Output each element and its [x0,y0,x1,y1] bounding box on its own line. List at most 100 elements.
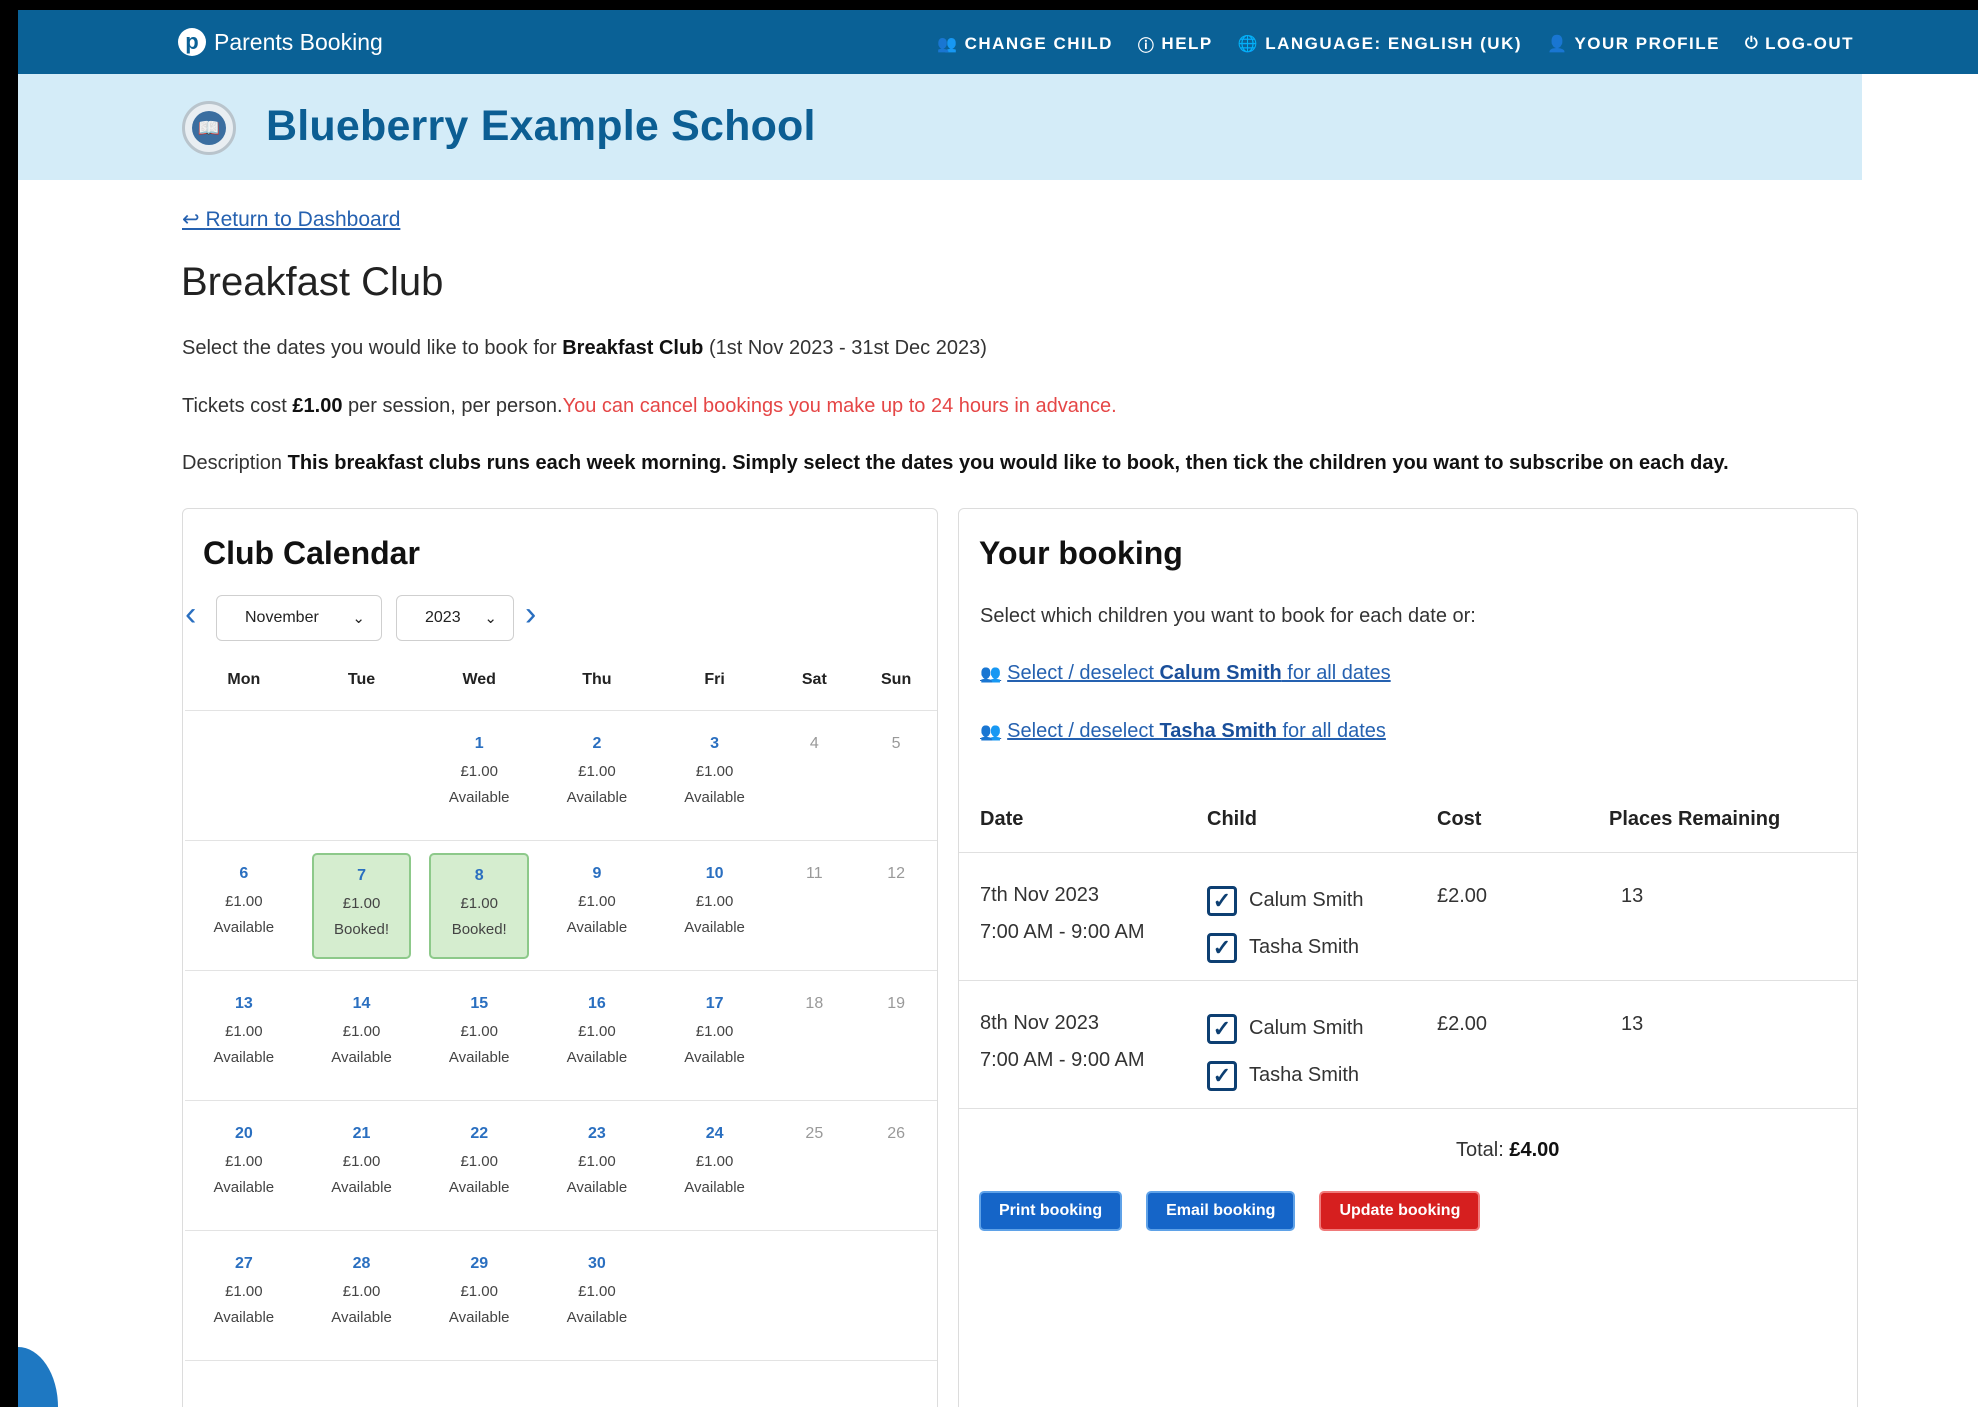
calendar-day[interactable]: 9 £1.00 Available [547,853,647,959]
child-checkbox-row[interactable]: ✓ Calum Smith [1207,877,1437,924]
day-status: Available [684,789,745,806]
day-status: Available [331,1309,392,1326]
language-label: LANGUAGE: ENGLISH (UK) [1265,34,1523,53]
checkbox-checked[interactable]: ✓ [1207,1013,1237,1044]
calendar-day[interactable]: 17 £1.00 Available [665,983,765,1089]
calendar-day[interactable]: 29 £1.00 Available [429,1243,529,1349]
page-title: Breakfast Club [181,260,444,304]
calendar-day-closed: 19 [864,983,928,1089]
day-status: Available [213,1049,275,1066]
calendar-day[interactable]: 22 £1.00 Available [429,1113,529,1219]
calendar-day[interactable]: 15 £1.00 Available [429,983,529,1089]
calendar-day-booked[interactable]: 7 £1.00 Booked! [311,853,412,959]
calendar-day[interactable]: 21 £1.00 Available [312,1113,412,1219]
brand-name: Parents Booking [214,28,383,55]
day-price: £1.00 [342,1283,381,1300]
calendar-day[interactable]: 1 £1.00 Available [429,723,529,829]
calendar-day-closed: 4 [782,723,846,829]
return-arrow-icon: ↩ [182,208,206,231]
your-profile-link[interactable]: 👤 YOUR PROFILE [1547,32,1720,56]
select-all-tasha-link[interactable]: 👥 Select / deselect Tasha Smith for all … [980,720,1386,743]
calendar-cell: 24 £1.00 Available [656,1113,774,1230]
day-number: 3 [710,735,720,752]
calendar-day[interactable]: 2 £1.00 Available [547,723,647,829]
day-number: 2 [592,735,602,752]
select-all-calum-link[interactable]: 👥 Select / deselect Calum Smith for all … [980,662,1391,685]
child-checkbox-row[interactable]: ✓ Calum Smith [1207,1005,1437,1052]
booking-table: Date Child Cost Places Remaining 7th Nov… [959,787,1857,1109]
day-price: £1.00 [225,1153,263,1170]
calendar-day[interactable]: 24 £1.00 Available [665,1113,765,1219]
day-number: 17 [705,995,724,1012]
day-price: £1.00 [342,895,381,912]
add-user-icon: 👥 [980,721,1002,741]
calendar-cell: 28 £1.00 Available [303,1243,421,1360]
year-select[interactable]: 2023 ⌄ [396,595,514,641]
logout-label: LOG-OUT [1765,34,1854,53]
checkbox-checked[interactable]: ✓ [1207,885,1237,916]
day-number: 4 [809,735,819,752]
day-status: Available [566,789,628,806]
calendar-cell: 18 [773,983,855,1100]
checkbox-checked[interactable]: ✓ [1207,1060,1237,1091]
logout-link[interactable]: ⏻ LOG-OUT [1745,32,1854,56]
print-booking-button[interactable]: Print booking [979,1191,1123,1231]
month-select[interactable]: November ⌄ [216,595,382,641]
booking-cost: £2.00 [1437,1013,1488,1035]
calendar-cell: 1 £1.00 Available [420,723,538,840]
day-status: Available [684,1049,745,1066]
prev-month-chevron-icon[interactable]: ‹ [185,597,196,631]
header-date: Date [980,808,1024,830]
help-link[interactable]: ⓘ HELP [1138,32,1213,56]
brand[interactable]: p Parents Booking [178,28,383,56]
page-frame: p Parents Booking 👥 CHANGE CHILD ⓘ HELP … [18,10,1978,1407]
calendar-day[interactable]: 13 £1.00 Available [194,983,294,1089]
child-checkbox-row[interactable]: ✓ Tasha Smith [1207,924,1437,971]
language-link[interactable]: 🌐 LANGUAGE: ENGLISH (UK) [1238,32,1522,56]
calendar-day[interactable]: 14 £1.00 Available [312,983,412,1089]
help-icon: ⓘ [1137,38,1156,55]
calendar-day[interactable]: 20 £1.00 Available [194,1113,294,1219]
calendar-cell: 10 £1.00 Available [656,853,774,970]
weekday-label: Sun [881,671,912,688]
day-status: Available [566,1049,628,1066]
day-number: 12 [887,865,905,882]
calendar-day[interactable]: 28 £1.00 Available [312,1243,412,1349]
school-crest-icon: 📖 [182,101,236,155]
school-banner: 📖 Blueberry Example School [18,74,1862,180]
child-checkbox-row[interactable]: ✓ Tasha Smith [1207,1052,1437,1099]
calendar-day[interactable]: 16 £1.00 Available [547,983,647,1089]
calendar-day[interactable]: 10 £1.00 Available [665,853,765,959]
calendar-day[interactable]: 3 £1.00 Available [665,723,765,829]
tickets-prefix: Tickets cost [182,395,293,417]
next-month-chevron-icon[interactable]: › [525,597,536,631]
calendar-weekday-header: Mon Tue Wed Thu Fri Sat Sun [185,659,937,711]
calendar-day[interactable]: 27 £1.00 Available [194,1243,294,1349]
day-status: Available [213,1179,275,1196]
calendar-cell [303,723,421,840]
calendar-title: Club Calendar [203,535,420,571]
day-status: Available [684,919,745,936]
day-price: £1.00 [695,1023,734,1040]
calendar-day[interactable]: 6 £1.00 Available [194,853,294,959]
calendar-cell: 27 £1.00 Available [185,1243,303,1360]
day-number: 20 [234,1125,253,1142]
change-child-link[interactable]: 👥 CHANGE CHILD [937,32,1113,56]
update-booking-button[interactable]: Update booking [1319,1191,1481,1231]
child-name: Tasha Smith [1249,936,1360,958]
calendar-day-booked[interactable]: 8 £1.00 Booked! [429,853,530,959]
email-booking-button[interactable]: Email booking [1146,1191,1296,1231]
total-value: £4.00 [1509,1139,1560,1161]
return-to-dashboard-link[interactable]: ↩ Return to Dashboard [182,207,400,232]
booking-date-cell: 8th Nov 2023 7:00 AM - 9:00 AM [959,1005,1207,1108]
calendar-cell: 22 £1.00 Available [420,1113,538,1230]
day-number: 26 [887,1125,905,1142]
day-price: £1.00 [460,1023,498,1040]
table-row: 7th Nov 2023 7:00 AM - 9:00 AM ✓ Calum S… [959,853,1857,981]
weekday-label: Tue [347,671,376,688]
day-price: £1.00 [342,1153,381,1170]
tickets-suffix: per session, per person. [342,395,563,417]
calendar-day[interactable]: 23 £1.00 Available [547,1113,647,1219]
calendar-day[interactable]: 30 £1.00 Available [547,1243,647,1349]
checkbox-checked[interactable]: ✓ [1207,932,1237,963]
